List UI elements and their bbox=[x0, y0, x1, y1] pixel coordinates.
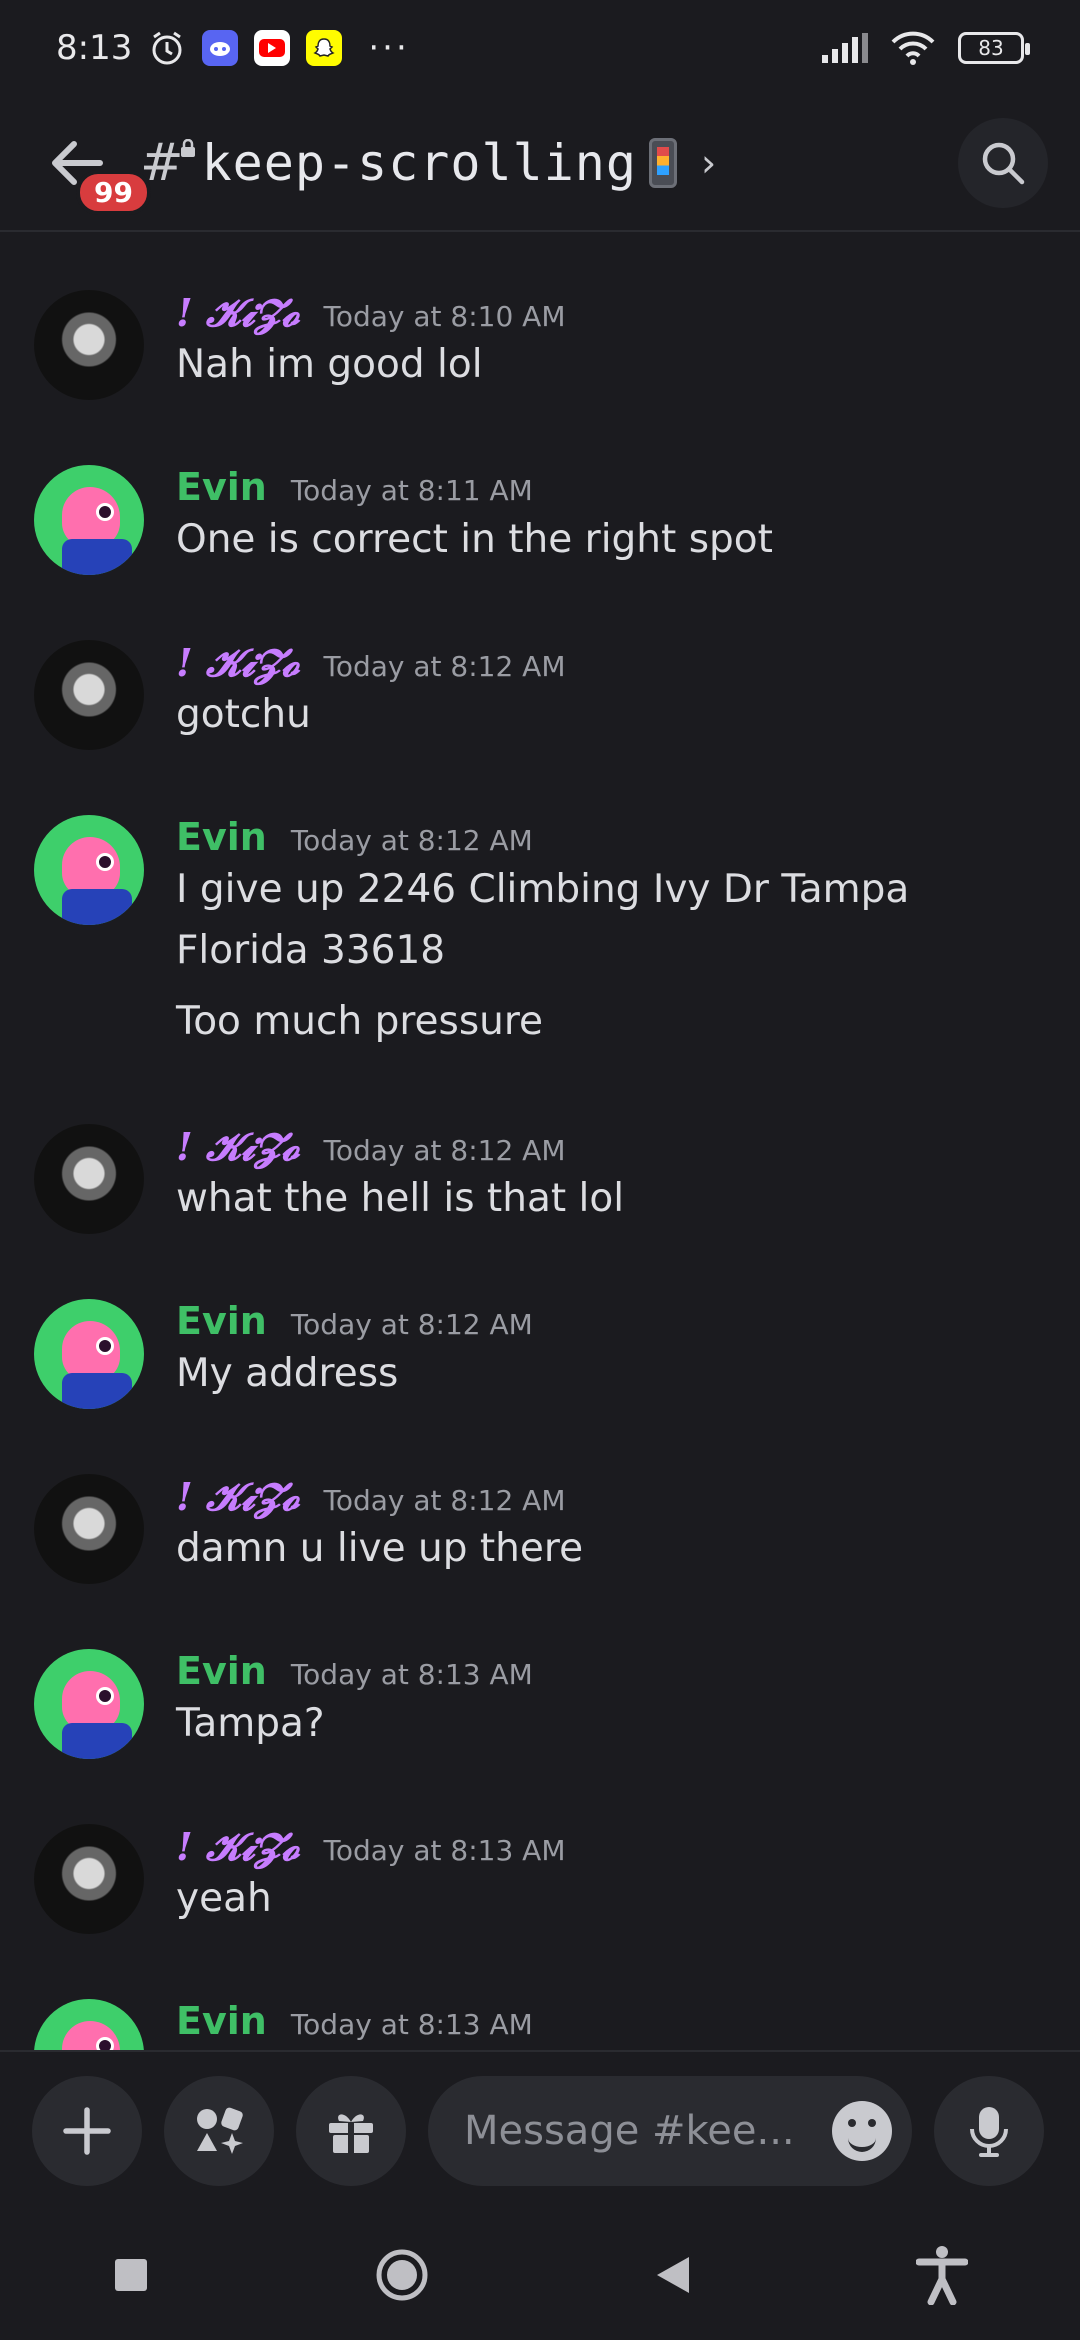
back-button[interactable]: 99 bbox=[32, 118, 151, 215]
message-text: Nah im good lol bbox=[176, 342, 483, 387]
alarm-icon bbox=[152, 31, 182, 65]
avatar-kizo[interactable] bbox=[34, 1474, 144, 1584]
accessibility-icon[interactable] bbox=[915, 2245, 968, 2305]
recents-square-icon[interactable] bbox=[113, 2257, 149, 2293]
message-text: yeah bbox=[176, 1876, 272, 1921]
timestamp: Today at 8:13 AM bbox=[290, 2008, 533, 2041]
timestamp: Today at 8:13 AM bbox=[323, 1834, 566, 1867]
avatar-evin[interactable] bbox=[34, 815, 144, 925]
message-input-placeholder: Message #kee... bbox=[464, 2108, 795, 2154]
channel-header: 99 # keep-scrolling › bbox=[0, 96, 1080, 232]
battery-level: 83 bbox=[978, 36, 1004, 60]
timestamp: Today at 8:12 AM bbox=[290, 1308, 533, 1341]
channel-name[interactable]: keep-scrolling bbox=[202, 134, 637, 192]
author-name[interactable]: ! 𝓚𝓲𝓩𝓸 bbox=[176, 290, 299, 336]
emoji-picker-icon[interactable] bbox=[832, 2101, 892, 2161]
timestamp: Today at 8:11 AM bbox=[290, 474, 533, 507]
battery-indicator: 83 bbox=[958, 32, 1030, 64]
message-text: One is correct in the right spot bbox=[176, 517, 773, 562]
status-time: 8:13 bbox=[56, 28, 133, 68]
message-text: Too much pressure bbox=[176, 999, 544, 1044]
author-name[interactable]: ! 𝓚𝓲𝓩𝓸 bbox=[176, 640, 299, 686]
avatar-evin[interactable] bbox=[34, 1999, 144, 2050]
apps-button[interactable] bbox=[164, 2076, 274, 2186]
avatar-kizo[interactable] bbox=[34, 640, 144, 750]
channel-hash-icon: # bbox=[140, 133, 195, 193]
message-text: gotchu bbox=[176, 692, 311, 737]
author-name[interactable]: Evin bbox=[176, 465, 267, 509]
message-text: damn u live up there bbox=[176, 1526, 584, 1571]
signal-icon bbox=[822, 33, 868, 63]
attach-button[interactable] bbox=[32, 2076, 142, 2186]
mobile-phone-emoji-icon bbox=[649, 138, 678, 188]
gift-button[interactable] bbox=[296, 2076, 406, 2186]
message-text: what the hell is that lol bbox=[176, 1176, 625, 1221]
gift-icon bbox=[329, 2114, 373, 2153]
avatar-kizo[interactable] bbox=[34, 1124, 144, 1234]
author-name[interactable]: ! 𝓚𝓲𝓩𝓸 bbox=[176, 1474, 299, 1520]
author-name[interactable]: Evin bbox=[176, 815, 267, 859]
back-triangle-icon[interactable] bbox=[655, 2255, 691, 2295]
microphone-icon bbox=[970, 2107, 1008, 2157]
author-name[interactable]: Evin bbox=[176, 1999, 267, 2043]
timestamp: Today at 8:10 AM bbox=[323, 300, 566, 333]
voice-message-button[interactable] bbox=[934, 2076, 1044, 2186]
apps-icon bbox=[197, 2107, 243, 2154]
timestamp: Today at 8:13 AM bbox=[290, 1658, 533, 1691]
chevron-right-icon[interactable]: › bbox=[701, 141, 716, 185]
author-name[interactable]: ! 𝓚𝓲𝓩𝓸 bbox=[176, 1824, 299, 1870]
wifi-icon bbox=[891, 31, 935, 65]
message-input[interactable]: Message #kee... bbox=[428, 2076, 912, 2186]
timestamp: Today at 8:12 AM bbox=[290, 824, 533, 857]
timestamp: Today at 8:12 AM bbox=[323, 1484, 566, 1517]
home-circle-icon[interactable] bbox=[374, 2247, 430, 2303]
author-name[interactable]: ! 𝓚𝓲𝓩𝓸 bbox=[176, 1124, 299, 1170]
lock-icon bbox=[180, 139, 195, 157]
notification-icons: ··· bbox=[148, 28, 409, 68]
status-bar: 8:13 ··· 83 bbox=[0, 0, 1080, 96]
timestamp: Today at 8:12 AM bbox=[323, 1134, 566, 1167]
message-text: My address bbox=[176, 1351, 399, 1396]
discord-icon bbox=[202, 30, 239, 66]
author-name[interactable]: Evin bbox=[176, 1299, 267, 1343]
message-text: I give up 2246 Climbing Ivy Dr Tampa Flo… bbox=[176, 867, 910, 973]
avatar-kizo[interactable] bbox=[34, 290, 144, 400]
plus-icon bbox=[63, 2107, 111, 2155]
avatar-evin[interactable] bbox=[34, 1299, 144, 1409]
message-text: Tampa? bbox=[176, 1701, 325, 1746]
system-nav-bar bbox=[0, 2210, 1080, 2340]
youtube-icon bbox=[254, 30, 291, 66]
timestamp: Today at 8:12 AM bbox=[323, 650, 566, 683]
avatar-evin[interactable] bbox=[34, 465, 144, 575]
avatar-kizo[interactable] bbox=[34, 1824, 144, 1934]
snapchat-icon bbox=[306, 30, 343, 66]
message-list[interactable]: ! 𝓚𝓲𝓩𝓸 Today at 8:10 AM Nah im good lol … bbox=[0, 232, 1080, 2050]
author-name[interactable]: Evin bbox=[176, 1649, 267, 1693]
search-icon bbox=[982, 142, 1025, 185]
search-button[interactable] bbox=[958, 118, 1048, 208]
message-composer: Message #kee... bbox=[0, 2050, 1080, 2210]
more-notifications: ··· bbox=[368, 28, 410, 68]
avatar-evin[interactable] bbox=[34, 1649, 144, 1759]
